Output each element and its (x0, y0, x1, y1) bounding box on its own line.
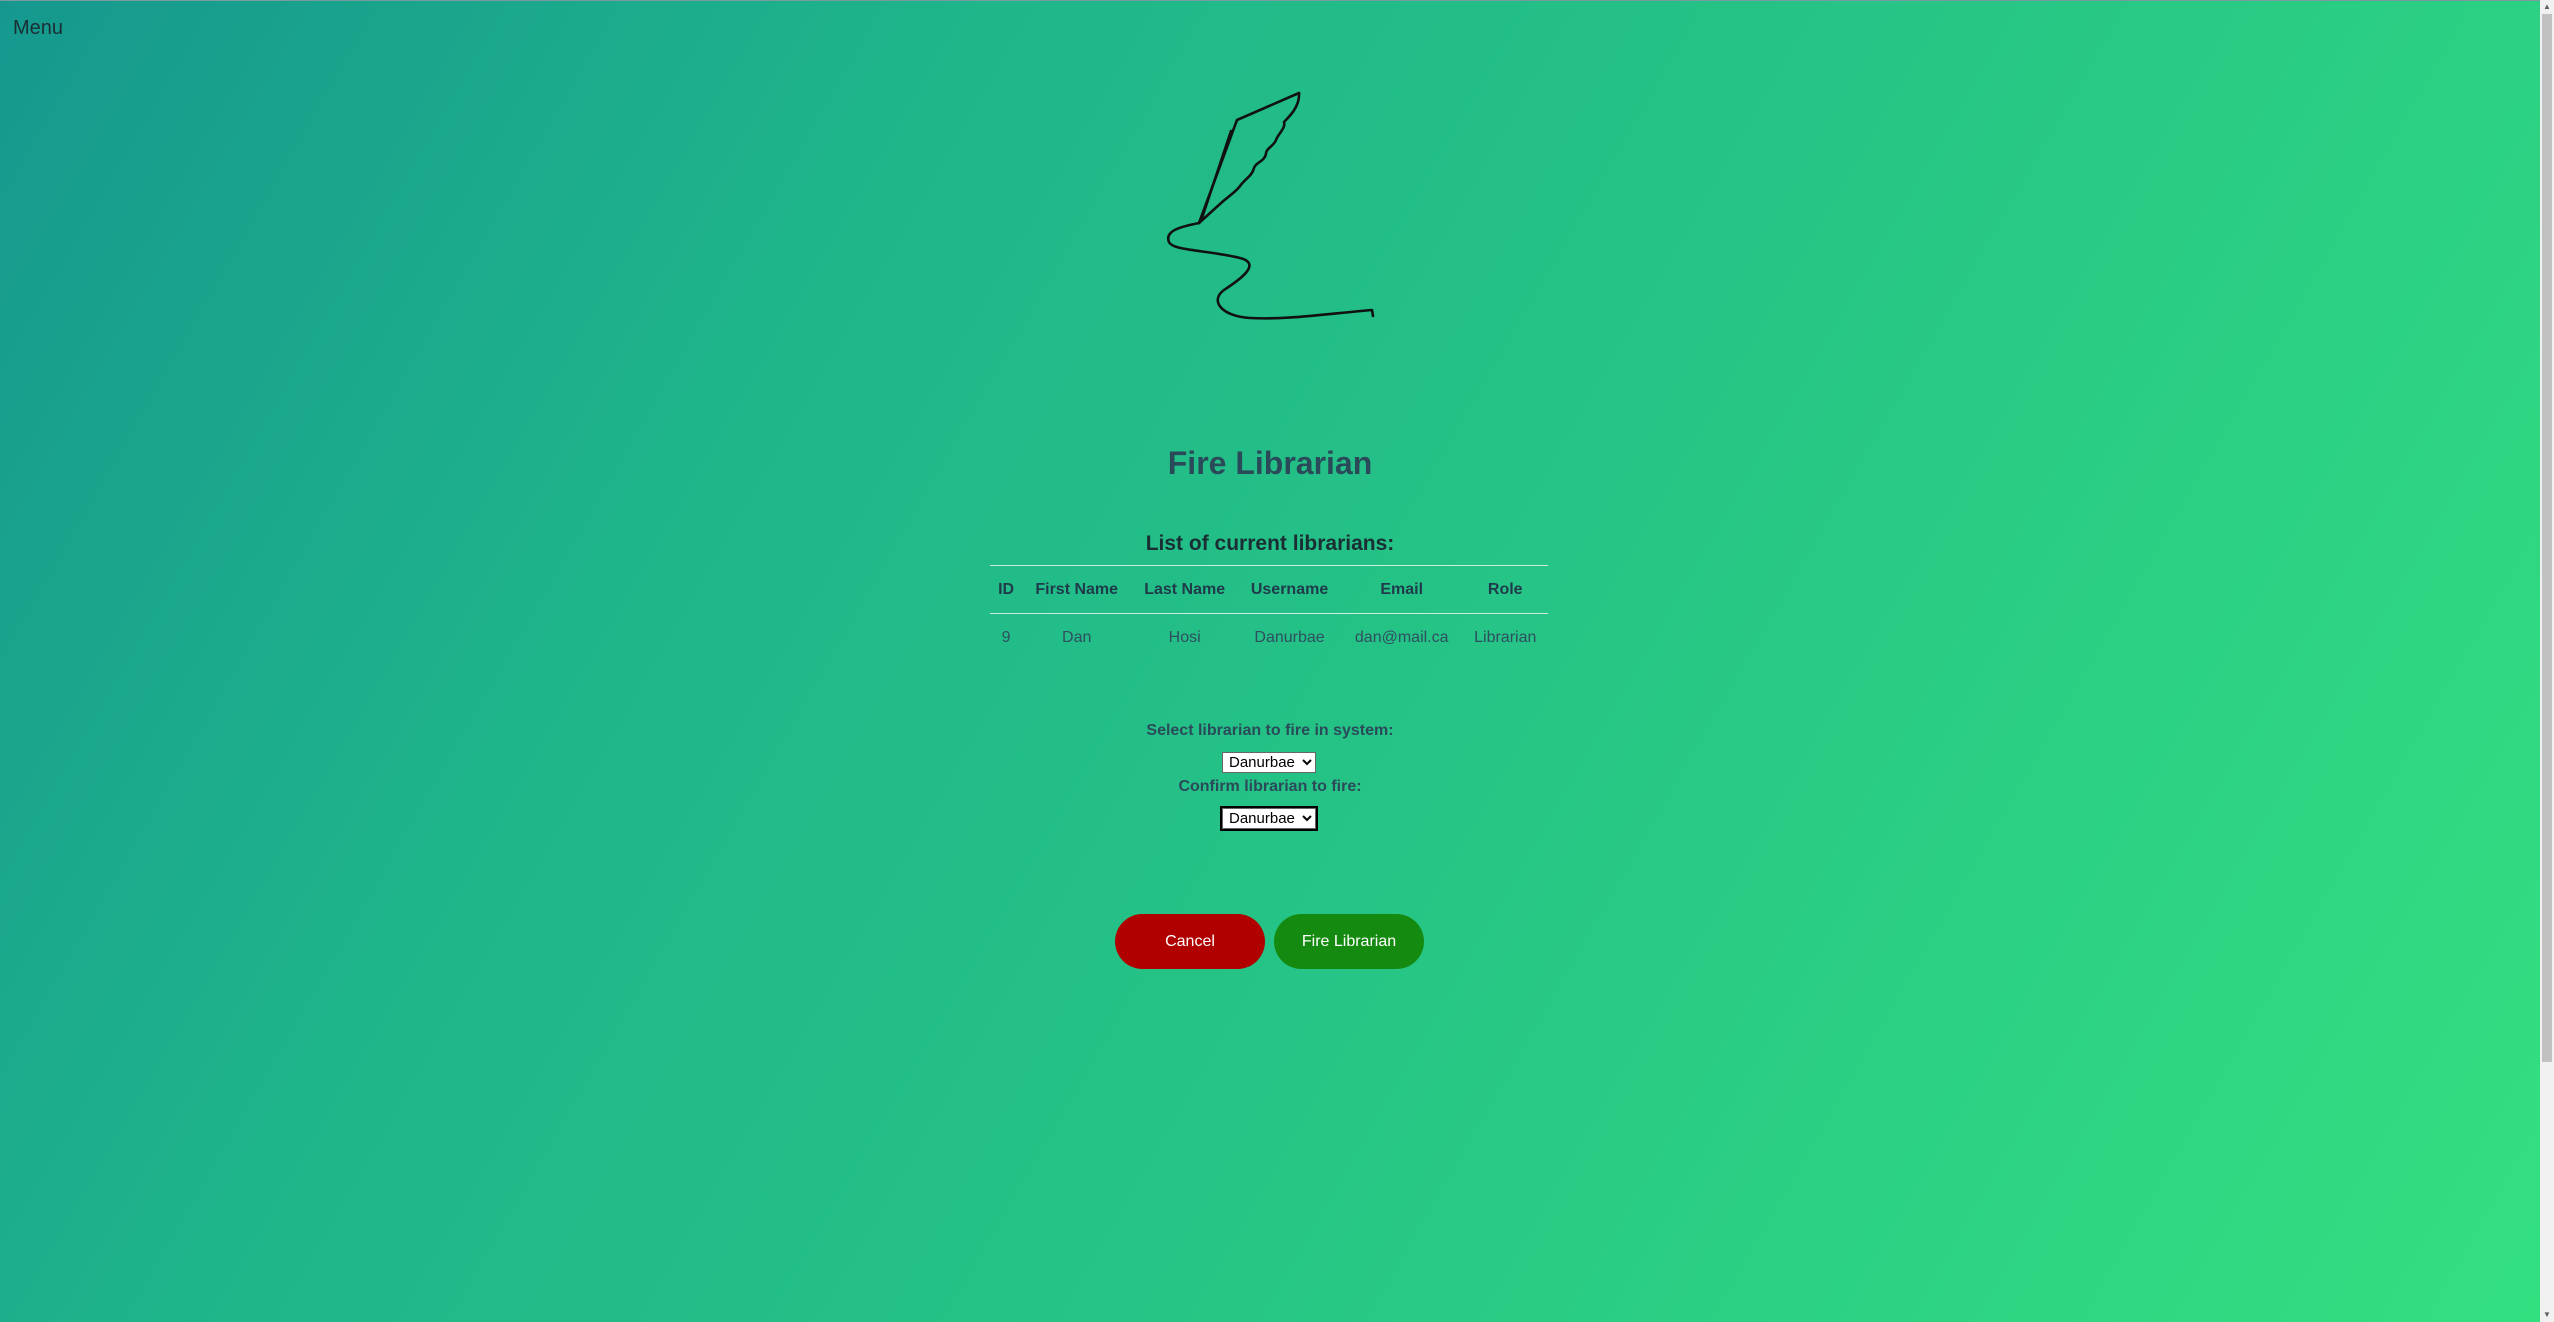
page-title: Fire Librarian (1167, 445, 1373, 481)
column-header-last-name: Last Name (1131, 565, 1239, 614)
scroll-up-arrow-icon[interactable]: ▲ (2540, 0, 2554, 14)
confirm-librarian-label: Confirm librarian to fire: (1178, 778, 1362, 795)
cell-username: Danurbae (1254, 629, 1325, 646)
cell-email: dan@mail.ca (1354, 629, 1449, 646)
column-header-role: Role (1462, 565, 1548, 614)
table-header-row: ID First Name Last Name Username Email R… (990, 565, 1548, 614)
cell-first-name: Dan (1062, 629, 1092, 646)
cell-id: 9 (1001, 629, 1011, 646)
vertical-scrollbar[interactable]: ▲ ▼ (2540, 0, 2554, 1322)
column-header-first-name: First Name (1022, 565, 1132, 614)
cell-role: Librarian (1474, 629, 1537, 646)
scroll-down-arrow-icon[interactable]: ▼ (2540, 1308, 2554, 1322)
scrollbar-thumb[interactable] (2542, 14, 2552, 1062)
table-row: 9 Dan Hosi Danurbae dan@mail.ca Libraria… (990, 614, 1548, 663)
confirm-librarian-dropdown[interactable]: Danurbae (1220, 806, 1318, 831)
select-librarian-label: Select librarian to fire in system: (1146, 722, 1394, 739)
select-librarian-dropdown[interactable]: Danurbae (1222, 752, 1316, 773)
column-header-id: ID (990, 565, 1023, 614)
menu-link[interactable]: Menu (13, 17, 63, 40)
cell-last-name: Hosi (1168, 629, 1201, 646)
quill-pen-icon (1166, 91, 1375, 320)
librarian-list-heading: List of current librarians: (1145, 532, 1395, 555)
column-header-email: Email (1340, 565, 1463, 614)
cancel-button[interactable]: Cancel (1115, 914, 1265, 969)
column-header-username: Username (1238, 565, 1341, 614)
top-border (0, 0, 2540, 1)
fire-librarian-button[interactable]: Fire Librarian (1274, 914, 1424, 969)
librarians-table: ID First Name Last Name Username Email R… (990, 565, 1548, 662)
